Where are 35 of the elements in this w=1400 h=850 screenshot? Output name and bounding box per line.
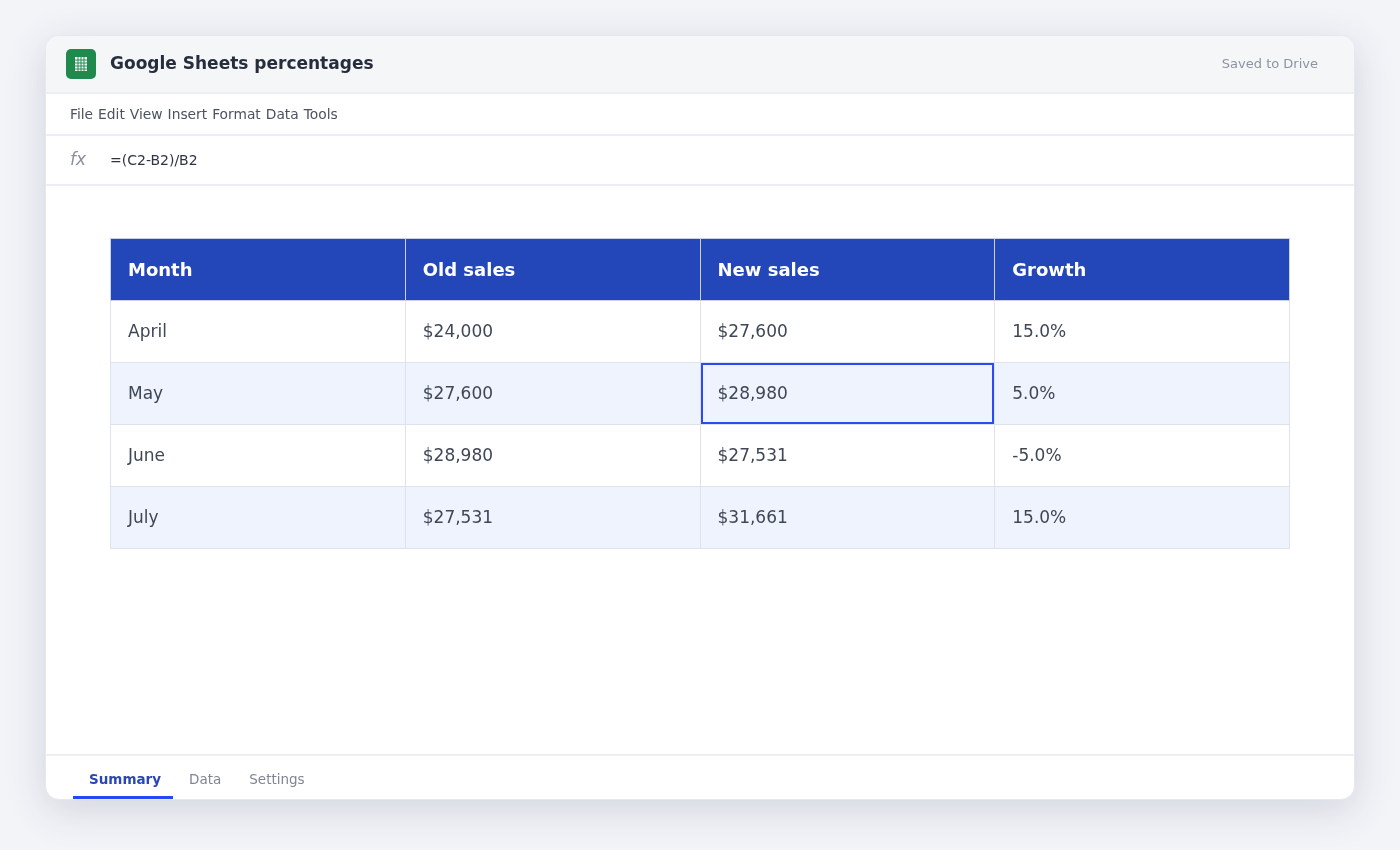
menu-item[interactable]: View [129,105,163,123]
table-cell[interactable]: $31,661 [700,486,995,549]
column-header: Old sales [405,238,700,301]
sheet-tab[interactable]: Summary [73,759,174,799]
document-title: Google Sheets percentages [110,52,374,76]
table-cell[interactable]: -5.0% [994,424,1290,487]
table-cell[interactable]: $27,531 [405,486,700,549]
table-cell[interactable]: June [110,424,406,487]
table-cell[interactable]: April [110,300,406,363]
table-cell[interactable]: May [110,362,406,425]
sheet-tab[interactable]: Data [173,759,234,799]
sheet-tab[interactable]: Settings [233,759,317,799]
column-header: Month [110,238,406,301]
menu-item[interactable]: File [70,105,94,123]
fx-label: fx [70,148,88,172]
column-header: Growth [994,238,1290,301]
table-cell[interactable]: 15.0% [994,300,1290,363]
menu-item[interactable]: Format [212,105,261,123]
formula-input[interactable]: =(C2-B2)/B2 [110,149,1330,171]
menu-item[interactable]: Tools [303,105,338,123]
table-cell[interactable]: $24,000 [405,300,700,363]
selected-cell[interactable]: $28,980 [700,362,995,425]
table-cell[interactable]: $28,980 [405,424,700,487]
spreadsheet-logo-icon [66,49,96,79]
table-cell[interactable]: 15.0% [994,486,1290,549]
save-status: Saved to Drive [1221,55,1318,74]
table-cell[interactable]: July [110,486,406,549]
menu-item[interactable]: Data [265,105,299,123]
menu-item[interactable]: Edit [98,105,125,123]
menu-item[interactable]: Insert [167,105,208,123]
table-cell[interactable]: $27,600 [405,362,700,425]
table-cell[interactable]: $27,600 [700,300,995,363]
table-cell[interactable]: $27,531 [700,424,995,487]
column-header: New sales [700,238,995,301]
table-cell[interactable]: 5.0% [994,362,1290,425]
